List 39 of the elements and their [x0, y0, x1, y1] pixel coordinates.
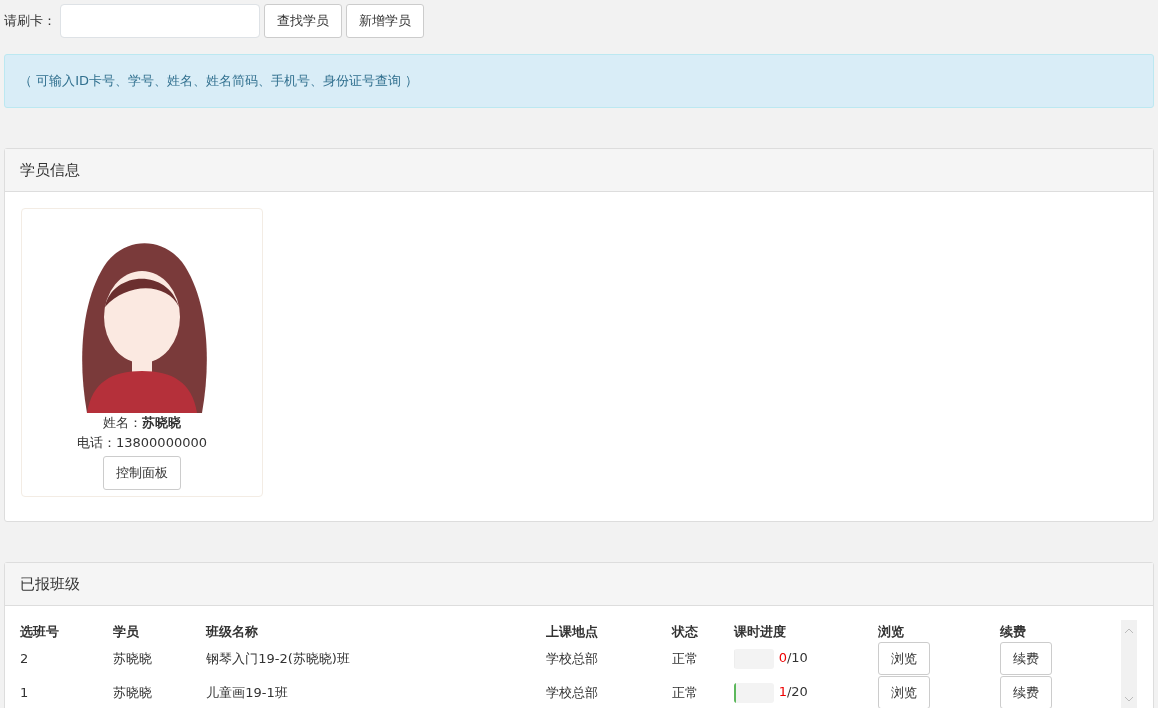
add-student-button[interactable]: 新增学员: [346, 4, 424, 38]
table-cell: 苏晓晓: [113, 684, 153, 700]
field-label: 请刷卡：: [4, 12, 56, 31]
student-name: 姓名：苏晓晓: [103, 414, 181, 432]
renew-button[interactable]: 续费: [999, 675, 1052, 708]
table-cell: 钢琴入门19-2(苏晓晓)班: [206, 650, 350, 666]
card-input-field[interactable]: [60, 4, 260, 38]
scroll-up-icon[interactable]: [1124, 628, 1134, 634]
progress-done: 1: [778, 684, 787, 700]
student-phone: 电话：13800000000: [77, 433, 207, 452]
table-cell: 学校总部: [546, 684, 599, 700]
scroll-down-icon[interactable]: [1124, 695, 1134, 702]
column-header: 选班号: [20, 624, 59, 639]
find-student-button[interactable]: 查找学员: [264, 4, 342, 38]
table-cell: 苏晓晓: [113, 650, 153, 666]
browse-button[interactable]: 浏览: [878, 675, 931, 708]
column-header: 班级名称: [206, 624, 259, 639]
table-cell: 儿童画19-1班: [206, 684, 288, 700]
column-header: 课时进度: [734, 624, 787, 639]
table-cell: 正常: [671, 650, 698, 666]
progress-done: 0: [778, 650, 787, 666]
renew-button[interactable]: 续费: [999, 641, 1052, 676]
column-header: 浏览: [878, 624, 905, 639]
table-cell: 1: [20, 684, 29, 700]
table-cell: 正常: [671, 684, 698, 700]
column-header: 学员: [113, 624, 140, 639]
column-header: 上课地点: [546, 624, 599, 639]
progress-total: /20: [786, 684, 808, 700]
progress-total: /10: [786, 650, 808, 666]
control-panel-button[interactable]: 控制面板: [103, 456, 181, 490]
scrollbar[interactable]: [1121, 620, 1137, 708]
column-header: 状态: [671, 624, 698, 639]
table-cell: 学校总部: [546, 650, 599, 666]
column-header: 续费: [999, 624, 1026, 639]
panel-header: 学员信息: [5, 148, 1153, 192]
table-cell: 2: [20, 650, 29, 666]
search-hint: （ 可输入ID卡号、学号、姓名、姓名简码、手机号、身份证号查询 ）: [4, 54, 1154, 108]
panel-header: 已报班级: [5, 562, 1153, 606]
browse-button[interactable]: 浏览: [878, 641, 931, 676]
